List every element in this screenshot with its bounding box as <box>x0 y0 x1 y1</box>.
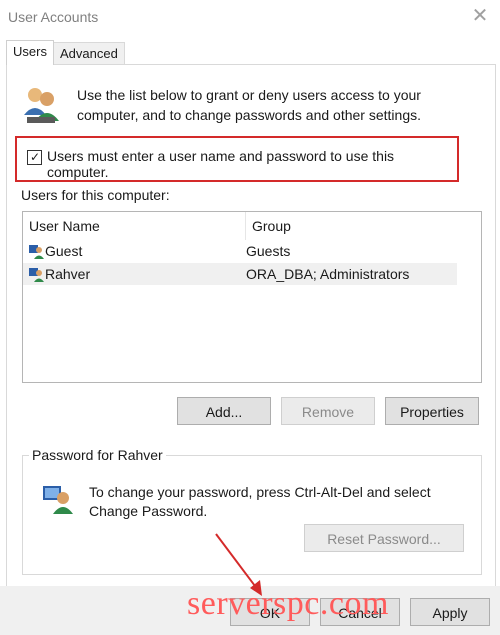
users-list-label: Users for this computer: <box>21 187 170 203</box>
users-panel: Use the list below to grant or deny user… <box>6 64 496 588</box>
column-header-user-name[interactable]: User Name <box>29 212 100 240</box>
close-icon[interactable]: ✕ <box>470 6 490 26</box>
user-icon <box>29 268 44 282</box>
tab-advanced[interactable]: Advanced <box>53 42 125 65</box>
apply-button[interactable]: Apply <box>410 598 490 626</box>
require-login-checkbox[interactable]: ✓ <box>27 150 42 165</box>
properties-button[interactable]: Properties <box>385 397 479 425</box>
user-group: Guests <box>246 243 291 259</box>
reset-password-button[interactable]: Reset Password... <box>304 524 464 552</box>
remove-button[interactable]: Remove <box>281 397 375 425</box>
require-login-highlight: ✓ Users must enter a user name and passw… <box>15 136 459 182</box>
password-group-title: Password for Rahver <box>29 447 166 463</box>
checkmark-icon: ✓ <box>30 150 41 164</box>
watermark: serverspc.com <box>187 585 389 622</box>
intro-text: Use the list below to grant or deny user… <box>77 87 421 123</box>
users-listview[interactable]: User Name Group Guest Guests Rahver ORA_… <box>22 211 482 383</box>
table-row[interactable]: Guest Guests <box>23 240 457 262</box>
tab-users[interactable]: Users <box>6 40 54 65</box>
title-bar: User Accounts ✕ <box>0 0 500 35</box>
change-password-icon <box>43 486 73 514</box>
password-instructions: To change your password, press Ctrl-Alt-… <box>89 484 431 519</box>
table-row[interactable]: Rahver ORA_DBA; Administrators <box>23 263 457 285</box>
window-title: User Accounts <box>8 9 99 25</box>
column-header-group[interactable]: Group <box>245 212 462 240</box>
require-login-label[interactable]: Users must enter a user name and passwor… <box>47 148 457 180</box>
user-icon <box>29 245 44 259</box>
user-group: ORA_DBA; Administrators <box>246 266 410 282</box>
users-icon <box>24 88 59 123</box>
add-button[interactable]: Add... <box>177 397 271 425</box>
user-name: Rahver <box>45 266 91 282</box>
user-name: Guest <box>45 243 83 259</box>
